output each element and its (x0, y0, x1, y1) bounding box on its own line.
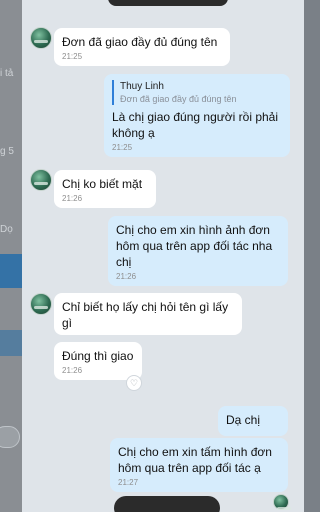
background-text: i tả (0, 68, 14, 79)
chat-panel[interactable]: Đơn đã giao đầy đủ đúng tên 21:25 Thuy L… (22, 0, 304, 512)
message-text: Đúng thì giao (62, 349, 134, 363)
message-outgoing[interactable]: Chị cho em xin hình ảnh đơn hôm qua trên… (108, 216, 288, 286)
message-text: Chị ko biết mặt (62, 177, 143, 191)
background-text: g 5 (0, 146, 14, 157)
heart-icon[interactable]: ♡ (126, 375, 142, 391)
top-handle (108, 0, 228, 6)
avatar[interactable] (30, 169, 52, 191)
message-text: Chị cho em xin hình ảnh đơn hôm qua trên… (116, 223, 273, 269)
message-incoming[interactable]: Chị ko biết mặt 21:26 (54, 170, 156, 208)
message-incoming[interactable]: Đơn đã giao đầy đủ đúng tên 21:25 (54, 28, 230, 66)
quote-author: Thuy Linh (120, 81, 164, 92)
message-text: Chỉ biết họ lấy chị hỏi tên gì lấy gì (62, 300, 229, 330)
message-outgoing[interactable]: Thuy Linh Đơn đã giao đầy đủ đúng tên Là… (104, 74, 290, 157)
avatar[interactable] (30, 293, 52, 315)
message-time: 21:25 (112, 143, 133, 152)
quoted-message[interactable]: Thuy Linh Đơn đã giao đầy đủ đúng tên (112, 80, 282, 105)
message-incoming[interactable]: Chỉ biết họ lấy chị hỏi tên gì lấy gì (54, 293, 242, 335)
avatar[interactable] (30, 27, 52, 49)
message-time: 21:26 (116, 272, 137, 281)
seen-avatar (273, 494, 291, 510)
message-time: 21:25 (62, 52, 83, 61)
background-app: i tả g 5 Dọ (0, 0, 22, 512)
quote-text: Đơn đã giao đầy đủ đúng tên (120, 94, 237, 104)
message-incoming[interactable]: Đúng thì giao 21:26 (54, 342, 142, 380)
message-text: Đơn đã giao đầy đủ đúng tên (62, 35, 218, 49)
message-time: 21:26 (62, 366, 83, 375)
background-band (0, 330, 22, 356)
message-text: Dạ chị (226, 413, 261, 427)
message-time: 21:27 (118, 478, 139, 487)
message-outgoing[interactable]: Chị cho em xin tấm hình đơn hôm qua trên… (110, 438, 288, 492)
message-outgoing[interactable]: Dạ chị (218, 406, 288, 436)
message-time: 21:26 (62, 194, 83, 203)
bottom-handle[interactable] (114, 496, 220, 512)
background-text: Dọ (0, 224, 13, 235)
message-text: Chị cho em xin tấm hình đơn hôm qua trên… (118, 445, 272, 475)
background-button (0, 426, 20, 448)
background-band (0, 254, 22, 288)
message-text: Là chị giao đúng người rồi phải không ạ (112, 110, 279, 140)
